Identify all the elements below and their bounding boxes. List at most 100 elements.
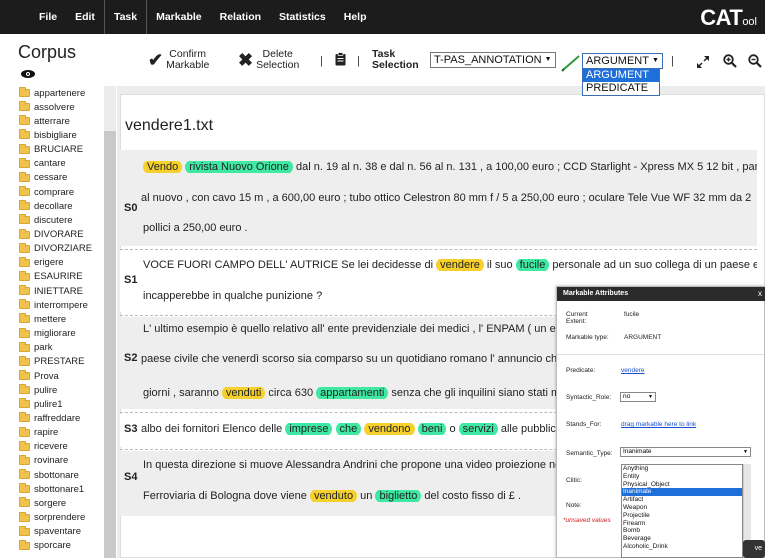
sentence-text[interactable]: un (357, 490, 375, 502)
semantic-type-option[interactable]: Weapon (622, 504, 742, 512)
file-item[interactable]: Prova (19, 370, 59, 382)
stands-for-drop-target[interactable]: drag markable here to link (621, 421, 696, 428)
sentence-text[interactable]: In questa direzione si muove Alessandra … (143, 459, 556, 471)
sentence-text[interactable]: o (446, 423, 458, 435)
menu-help[interactable]: Help (335, 11, 376, 23)
file-item[interactable]: comprare (19, 186, 74, 198)
file-item[interactable]: atterrare (19, 115, 70, 127)
semantic-type-option[interactable]: Bomb (622, 527, 742, 535)
semantic-type-option[interactable]: Inanimate (622, 488, 742, 497)
semantic-type-option[interactable]: Projectile (622, 512, 742, 520)
zoom-in-icon[interactable] (723, 54, 737, 68)
semantic-type-option[interactable]: Beverage (622, 535, 742, 543)
semantic-type-option[interactable]: Anything (622, 465, 742, 473)
file-item[interactable]: pulire (19, 384, 57, 396)
sentence-text[interactable]: paese civile che venerdì scorso sia comp… (141, 353, 556, 365)
file-item[interactable]: migliorare (19, 327, 76, 340)
sentence-text[interactable]: VOCE FUORI CAMPO DELL' AUTRICE Se lei de… (143, 259, 436, 271)
semantic-type-option[interactable]: Alcoholic_Drink (622, 543, 742, 551)
argument-markable[interactable]: beni (417, 423, 447, 435)
argument-markable[interactable]: servizi (458, 423, 498, 435)
syntactic-role-select[interactable]: no ▼ (620, 392, 656, 402)
menu-edit[interactable]: Edit (66, 11, 104, 23)
file-item[interactable]: INIETTARE (19, 285, 83, 297)
argument-markable[interactable]: biglietto (375, 490, 422, 502)
file-item[interactable]: ricevere (19, 440, 68, 453)
sentence-text[interactable]: pollici a 250,00 euro . (143, 222, 248, 234)
file-item[interactable]: interrompere (19, 299, 88, 311)
delete-selection-button[interactable]: ✖ Delete Selection (238, 49, 299, 71)
menu-task[interactable]: Task (105, 11, 146, 23)
file-item[interactable]: spaventare (19, 525, 81, 538)
predicate-link[interactable]: vendere (621, 367, 645, 374)
sentence-text[interactable]: albo dei fornitori Elenco delle (141, 423, 285, 435)
sentence-text[interactable]: giorni , saranno (143, 387, 222, 399)
file-item[interactable]: park (19, 341, 52, 354)
menu-markable[interactable]: Markable (147, 11, 211, 23)
predicate-markable[interactable]: vendono (364, 423, 415, 435)
markable-type-select[interactable]: ARGUMENT ▼ (582, 53, 663, 69)
menu-file[interactable]: File (30, 11, 66, 23)
pencil-icon[interactable] (561, 54, 583, 72)
file-item[interactable]: sporcare (19, 539, 71, 552)
semantic-type-option[interactable]: Artifact (622, 496, 742, 504)
file-item[interactable]: sorgere (19, 497, 66, 509)
sentence-text[interactable]: circa 630 (265, 387, 316, 399)
sentence-text[interactable]: senza che gli inquilini siano stati mess… (388, 387, 556, 399)
menu-relation[interactable]: Relation (211, 11, 270, 23)
semantic-type-option[interactable]: Physical_Object (622, 481, 742, 489)
confirm-markable-button[interactable]: ✔ Confirm Markable (148, 49, 209, 71)
argument-markable[interactable]: imprese (285, 423, 333, 435)
sentence-text[interactable]: incapperebbe in qualche punizione ? (143, 290, 322, 302)
file-item[interactable]: ESAURIRE (19, 270, 83, 283)
file-item[interactable]: rapire (19, 426, 58, 439)
semantic-type-option[interactable]: Entity (622, 473, 742, 481)
argument-markable[interactable]: appartamenti (316, 387, 389, 399)
semantic-type-option[interactable]: Firearm (622, 520, 742, 528)
zoom-out-icon[interactable] (748, 54, 762, 68)
file-item[interactable]: sbottonare1 (19, 483, 84, 495)
file-item[interactable]: appartenere (19, 87, 85, 99)
markable-type-option[interactable]: ARGUMENT (583, 69, 659, 82)
sentence-text[interactable]: dal n. 19 al n. 38 e dal n. 56 al n. 131… (293, 161, 757, 173)
predicate-markable[interactable]: Vendo (143, 161, 183, 173)
file-item[interactable]: BRUCIARE (19, 143, 83, 156)
argument-markable[interactable]: che (335, 423, 362, 435)
predicate-markable[interactable]: venduti (221, 387, 266, 399)
predicate-markable[interactable]: venduto (309, 490, 358, 502)
file-item[interactable]: sorprendere (19, 511, 85, 524)
sentence-text[interactable]: L' ultimo esempio è quello relativo all'… (143, 323, 556, 335)
sentence-text[interactable]: del costo fisso di £ . (421, 490, 521, 502)
save-button[interactable]: ve (743, 540, 765, 558)
file-item[interactable]: DIVORZIARE (19, 242, 92, 255)
sidebar-scrollbar-thumb[interactable] (104, 131, 116, 558)
file-item[interactable]: pulire1 (19, 398, 63, 410)
semantic-type-select[interactable]: Inanimate ▼ (620, 447, 751, 457)
shrink-icon[interactable] (697, 56, 709, 68)
file-item[interactable]: DIVORARE (19, 228, 84, 241)
file-item[interactable]: assolvere (19, 101, 75, 113)
sentence-text[interactable]: il suo (484, 259, 516, 271)
file-item[interactable]: cessare (19, 171, 67, 184)
file-item[interactable]: bisbigliare (19, 129, 77, 141)
file-item[interactable]: cantare (19, 157, 66, 170)
argument-markable[interactable]: rivista Nuovo Orione (185, 161, 293, 173)
menu-statistics[interactable]: Statistics (270, 11, 335, 23)
file-item[interactable]: mettere (19, 313, 66, 325)
sentence-text[interactable]: alle pubbliche (498, 423, 556, 435)
argument-markable[interactable]: fucile (515, 259, 550, 271)
file-item[interactable]: raffreddare (19, 412, 80, 424)
predicate-markable[interactable]: vendere (436, 259, 484, 271)
clipboard-icon[interactable] (335, 52, 346, 66)
markable-type-option[interactable]: PREDICATE (583, 82, 659, 95)
eye-icon[interactable] (21, 70, 35, 78)
task-select[interactable]: T-PAS_ANNOTATION ▼ (430, 52, 556, 68)
sentence-text[interactable]: al nuovo , con cavo 15 m , a 600,00 euro… (141, 192, 751, 204)
sentence-text[interactable]: Ferroviaria di Bologna dove viene (143, 490, 310, 502)
sentence-text[interactable]: personale ad un suo collega di un paese … (549, 259, 757, 271)
file-item[interactable]: sbottonare (19, 469, 79, 481)
file-item[interactable]: discutere (19, 214, 73, 226)
file-item[interactable]: PRESTARE (19, 355, 85, 368)
file-item[interactable]: rovinare (19, 454, 68, 467)
file-item[interactable]: decollare (19, 200, 73, 212)
